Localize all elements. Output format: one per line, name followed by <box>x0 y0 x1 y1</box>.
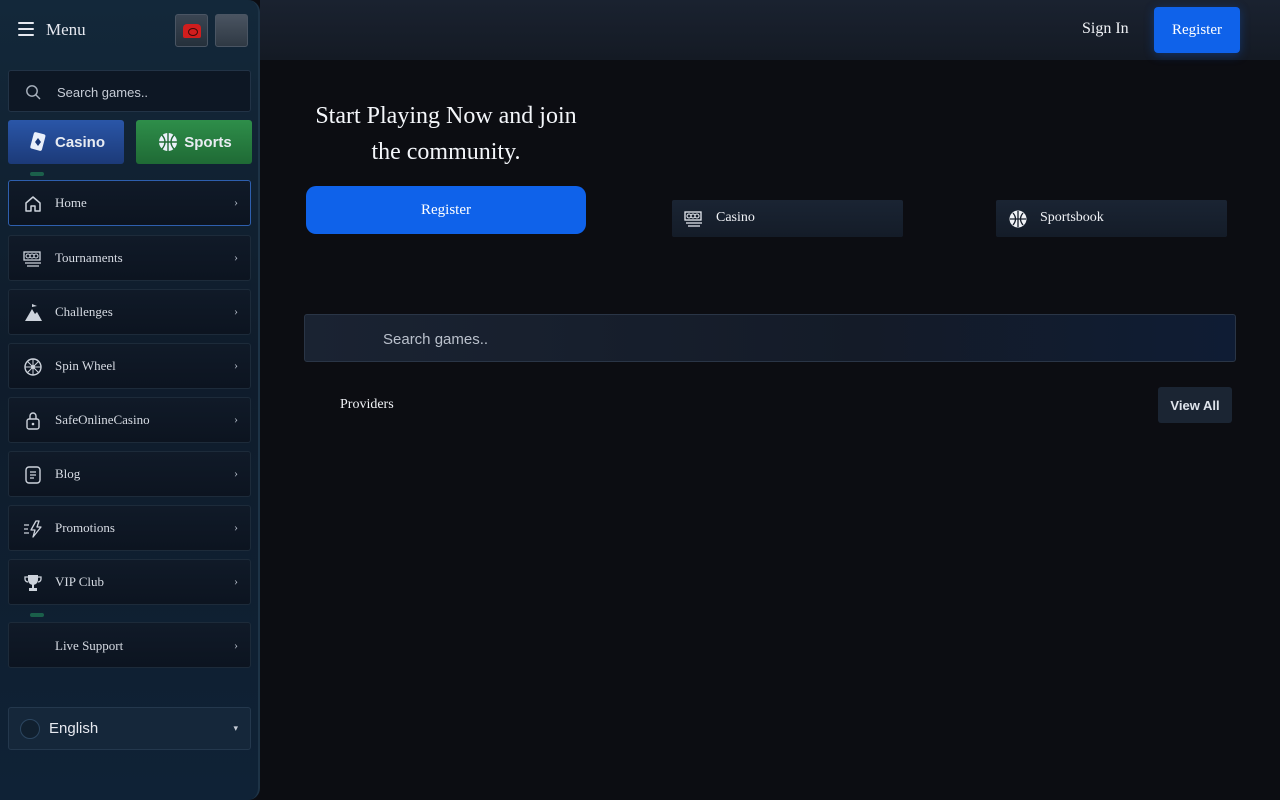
sidebar-item-spin-wheel[interactable]: Spin Wheel › <box>8 343 251 389</box>
hero-heading: Start Playing Now and join the community… <box>306 98 586 170</box>
lock-icon <box>26 412 40 430</box>
sidebar-item-promotions[interactable]: Promotions › <box>8 505 251 551</box>
glow-accent <box>30 613 44 617</box>
casino-quick-link[interactable]: Casino <box>672 200 903 237</box>
main-search-bar <box>304 314 1236 362</box>
phone-icon <box>182 23 201 38</box>
chevron-right-icon: › <box>234 304 238 318</box>
chevron-right-icon: › <box>234 358 238 372</box>
sportsbook-quick-link[interactable]: Sportsbook <box>996 200 1227 237</box>
sports-tab-label: Sports <box>184 133 232 151</box>
mountain-flag-icon <box>25 304 42 321</box>
sidebar-item-label: Blog <box>55 466 81 481</box>
sports-tab-button[interactable]: Sports <box>136 120 252 164</box>
sidebar-item-tournaments[interactable]: Tournaments › <box>8 235 251 281</box>
caret-down-icon: ▾ <box>233 723 238 733</box>
sidebar: Menu Casino Sports Home › <box>0 0 260 800</box>
casino-tab-label: Casino <box>54 133 105 151</box>
chevron-right-icon: › <box>234 412 238 426</box>
globe-icon <box>20 719 40 739</box>
basketball-icon <box>1009 210 1027 228</box>
sidebar-item-challenges[interactable]: Challenges › <box>8 289 251 335</box>
providers-heading: Providers <box>340 397 394 412</box>
sidebar-item-label: SafeOnlineCasino <box>55 412 150 427</box>
chevron-right-icon: › <box>234 638 238 652</box>
language-selector[interactable]: English ▾ <box>8 707 251 750</box>
chevron-right-icon: › <box>234 520 238 534</box>
view-all-button[interactable]: View All <box>1158 387 1232 423</box>
sportsbook-quick-link-label: Sportsbook <box>1040 210 1104 225</box>
sidebar-search <box>8 70 251 112</box>
sidebar-item-blog[interactable]: Blog › <box>8 451 251 497</box>
tournaments-icon <box>23 251 41 267</box>
chevron-right-icon: › <box>234 195 238 209</box>
sidebar-item-vip-club[interactable]: VIP Club › <box>8 559 251 605</box>
hero-line-2: the community. <box>371 139 521 165</box>
basketball-icon <box>159 133 178 151</box>
sidebar-item-label: Home <box>55 195 87 210</box>
sidebar-item-label: Spin Wheel <box>55 358 116 373</box>
casino-quick-link-label: Casino <box>716 210 755 225</box>
sidebar-item-home[interactable]: Home › <box>8 180 251 226</box>
sidebar-item-label: Tournaments <box>55 250 123 265</box>
document-icon <box>25 466 41 484</box>
sidebar-item-label: Live Support <box>55 638 124 653</box>
sidebar-item-live-support[interactable]: Live Support › <box>8 622 251 668</box>
menu-label: Menu <box>46 20 86 39</box>
sidebar-item-label: Promotions <box>55 520 115 535</box>
search-icon <box>26 85 41 100</box>
casino-tab-button[interactable]: Casino <box>8 120 124 164</box>
main-search-input[interactable] <box>383 327 883 351</box>
sidebar-header: Menu <box>0 0 258 60</box>
sidebar-item-label: Challenges <box>55 304 113 319</box>
sidebar-item-safeonlinecasino[interactable]: SafeOnlineCasino › <box>8 397 251 443</box>
phone-button[interactable] <box>175 14 208 47</box>
register-button-top[interactable]: Register <box>1154 7 1240 53</box>
hero-line-1: Start Playing Now and join <box>315 103 577 129</box>
chevron-right-icon: › <box>234 466 238 480</box>
lightning-icon <box>24 520 42 538</box>
casino-icon <box>684 211 702 227</box>
profile-button[interactable] <box>215 14 248 47</box>
glow-accent <box>30 172 44 176</box>
sidebar-item-label: VIP Club <box>55 574 104 589</box>
wheel-icon <box>24 358 42 376</box>
cards-icon <box>30 132 46 151</box>
trophy-icon <box>24 575 42 591</box>
chevron-right-icon: › <box>234 574 238 588</box>
sign-in-link[interactable]: Sign In <box>1082 20 1129 38</box>
chevron-right-icon: › <box>234 250 238 264</box>
home-icon <box>25 196 41 212</box>
language-label: English <box>49 720 99 737</box>
hamburger-icon[interactable] <box>18 22 34 36</box>
sidebar-search-input[interactable] <box>57 81 237 103</box>
register-button-main[interactable]: Register <box>306 186 586 234</box>
